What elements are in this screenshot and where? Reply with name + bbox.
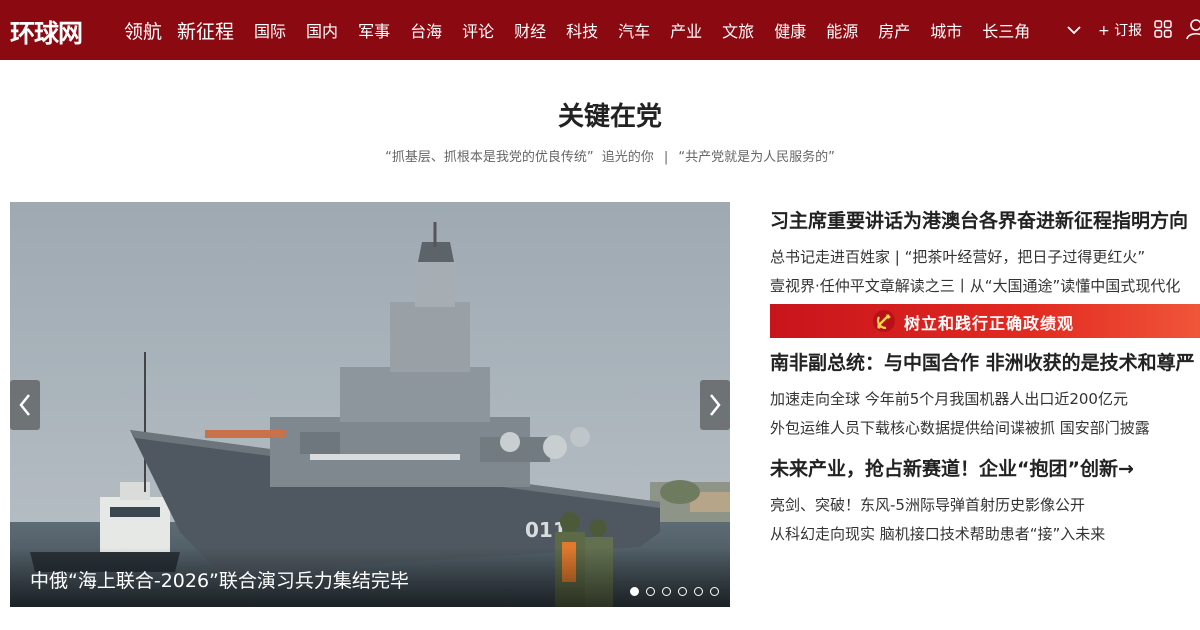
headline-3[interactable]: 未来产业，抢占新赛道！企业“抱团”创新→ bbox=[770, 454, 1200, 481]
nav-menu: 领航 新征程 国际 国内 军事 台海 评论 财经 科技 汽车 产业 文旅 健康 … bbox=[124, 0, 1050, 60]
subscribe-button[interactable]: + 订报 bbox=[1098, 20, 1142, 40]
nav-item-xinZhengCheng[interactable]: 新征程 bbox=[177, 17, 234, 44]
carousel-dot[interactable] bbox=[710, 587, 719, 596]
carousel-caption[interactable]: 中俄“海上联合-2026”联合演习兵力集结完毕 bbox=[30, 566, 409, 593]
chevron-right-icon bbox=[710, 394, 721, 416]
headline-1[interactable]: 习主席重要讲话为港澳台各界奋进新征程指明方向 bbox=[770, 206, 1200, 233]
chevron-left-icon bbox=[19, 394, 30, 416]
image-carousel[interactable]: 011 中俄“海上联合-2026”联合演习兵力集结完毕 bbox=[10, 202, 730, 607]
carousel-next-button[interactable] bbox=[700, 380, 730, 430]
nav-item-tech[interactable]: 科技 bbox=[566, 18, 598, 42]
news-item[interactable]: 外包运维人员下载核心数据提供给间谍被抓 国安部门披露 bbox=[770, 417, 1200, 438]
carousel-dot[interactable] bbox=[646, 587, 655, 596]
nav-item-lingHang[interactable]: 领航 bbox=[124, 17, 162, 44]
party-emblem-icon bbox=[873, 310, 895, 332]
news-item[interactable]: 亮剑、突破！东风-5洲际导弹首射历史影像公开 bbox=[770, 494, 1200, 515]
nav-item-health[interactable]: 健康 bbox=[774, 18, 806, 42]
nav-item-industry[interactable]: 产业 bbox=[670, 18, 702, 42]
sublink-grassroots[interactable]: “抓基层、抓根本是我党的优良传统” bbox=[385, 150, 593, 165]
nav-item-city[interactable]: 城市 bbox=[930, 18, 962, 42]
section-sublinks: “抓基层、抓根本是我党的优良传统” 追光的你 | “共产党就是为人民服务的” bbox=[0, 146, 1200, 165]
carousel-dot[interactable] bbox=[678, 587, 687, 596]
separator: | bbox=[663, 150, 669, 165]
news-item[interactable]: 总书记走进百姓家 | “把茶叶经营好，把日子过得更红火” bbox=[770, 246, 1200, 267]
news-item[interactable]: 加速走向全球 今年前5个月我国机器人出口近200亿元 bbox=[770, 388, 1200, 409]
grid-icon[interactable] bbox=[1154, 20, 1172, 38]
news-item[interactable]: 从科幻走向现实 脑机接口技术帮助患者“接”入未来 bbox=[770, 523, 1200, 544]
nav-item-opinion[interactable]: 评论 bbox=[462, 18, 494, 42]
nav-item-international[interactable]: 国际 bbox=[254, 18, 286, 42]
carousel-dot[interactable] bbox=[662, 587, 671, 596]
user-icon[interactable] bbox=[1186, 18, 1200, 40]
sublink-serve-people[interactable]: “共产党就是为人民服务的” bbox=[678, 150, 834, 165]
site-logo[interactable]: 环球网 bbox=[10, 14, 83, 50]
nav-item-military[interactable]: 军事 bbox=[358, 18, 390, 42]
headline-2[interactable]: 南非副总统：与中国合作 非洲收获的是技术和尊严 bbox=[770, 348, 1200, 375]
section-title: 关键在党 bbox=[557, 102, 662, 132]
carousel-prev-button[interactable] bbox=[10, 380, 40, 430]
nav-item-property[interactable]: 房产 bbox=[878, 18, 910, 42]
banner-text: 树立和践行正确政绩观 bbox=[904, 314, 1075, 333]
nav-item-finance[interactable]: 财经 bbox=[514, 18, 546, 42]
carousel-pagination bbox=[630, 587, 726, 596]
top-navigation-bar: 环球网 领航 新征程 国际 国内 军事 台海 评论 财经 科技 汽车 产业 文旅… bbox=[0, 0, 1200, 60]
chevron-down-icon[interactable] bbox=[1066, 22, 1082, 38]
carousel-dot[interactable] bbox=[694, 587, 703, 596]
nav-item-domestic[interactable]: 国内 bbox=[306, 18, 338, 42]
nav-item-culture-travel[interactable]: 文旅 bbox=[722, 18, 754, 42]
carousel-dot[interactable] bbox=[630, 587, 639, 596]
nav-item-auto[interactable]: 汽车 bbox=[618, 18, 650, 42]
nav-item-taiwan-strait[interactable]: 台海 bbox=[410, 18, 442, 42]
news-item[interactable]: 壹视界·任仲平文章解读之三丨从“大国通途”读懂中国式现代化 bbox=[770, 275, 1200, 296]
nav-item-energy[interactable]: 能源 bbox=[826, 18, 858, 42]
news-column: 习主席重要讲话为港澳台各界奋进新征程指明方向 总书记走进百姓家 | “把茶叶经营… bbox=[770, 206, 1200, 544]
nav-item-yangtze-delta[interactable]: 长三角 bbox=[982, 18, 1030, 42]
promo-banner[interactable]: 树立和践行正确政绩观 bbox=[770, 304, 1200, 338]
sublink-chasing-light[interactable]: 追光的你 bbox=[602, 150, 654, 165]
